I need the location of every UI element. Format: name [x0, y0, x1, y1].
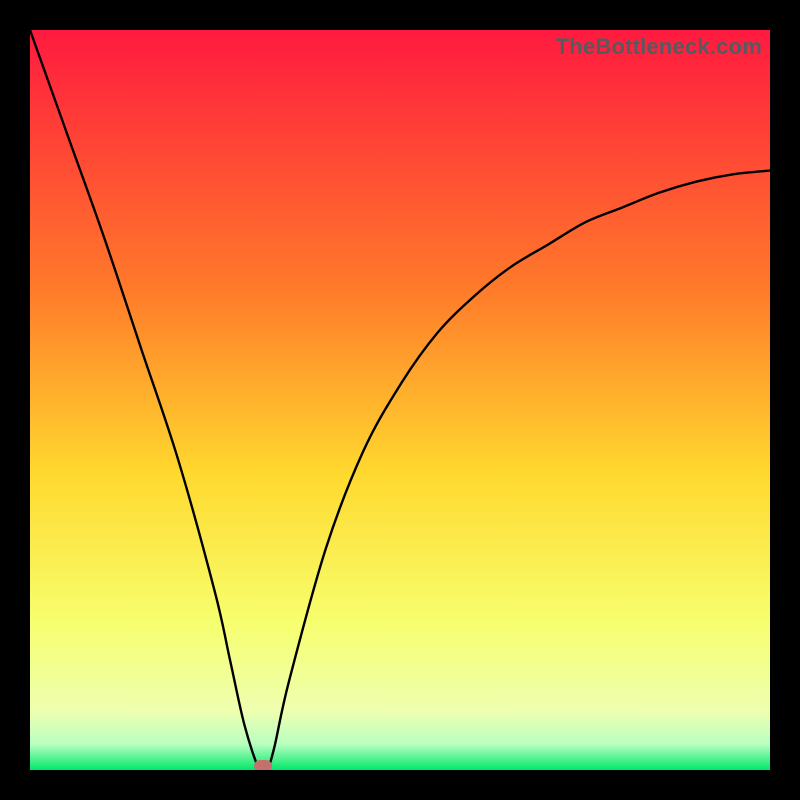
plot-area: TheBottleneck.com [30, 30, 770, 770]
chart-stage: TheBottleneck.com [0, 0, 800, 800]
bottleneck-curve [30, 30, 770, 770]
optimum-marker [254, 760, 272, 770]
